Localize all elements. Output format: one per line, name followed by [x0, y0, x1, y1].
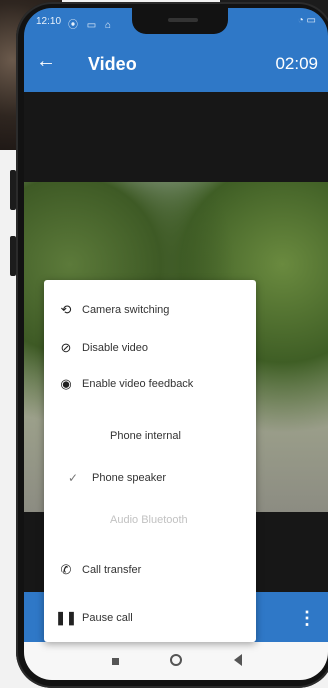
- menu-item-label: Audio Bluetooth: [110, 514, 188, 526]
- video-off-icon: ⊘: [60, 340, 72, 355]
- menu-item-audio-bluetooth: • Audio Bluetooth: [44, 502, 256, 538]
- more-options-icon[interactable]: ⋮: [298, 608, 316, 629]
- menu-item-label: Call transfer: [82, 564, 142, 576]
- status-time: 12:10: [36, 16, 62, 27]
- menu-item-label: Pause call: [82, 612, 133, 624]
- status-icons: ⦿ ▭ ⌂: [68, 20, 115, 31]
- phone-transfer-icon: ✆: [60, 562, 72, 577]
- pause-icon: ❚❚: [55, 610, 77, 625]
- system-nav-bar: [24, 642, 328, 680]
- back-nav-icon[interactable]: [234, 654, 242, 666]
- battery-wifi-icon: ◔ ▭: [297, 15, 316, 26]
- recent-apps-icon[interactable]: [112, 658, 119, 665]
- menu-item-phone-internal[interactable]: • Phone internal: [44, 418, 256, 454]
- phone-screen: 12:10 ⦿ ▭ ⌂ ◔ ▭ ← Video 02:09 ⋮ ⟲ Camera…: [24, 8, 328, 680]
- call-timer: 02:09: [275, 54, 318, 73]
- menu-item-disable-video[interactable]: ⊘ Disable video: [44, 330, 256, 366]
- menu-item-label: Disable video: [82, 342, 149, 354]
- menu-item-camera-switching[interactable]: ⟲ Camera switching: [44, 292, 256, 328]
- page-title: Video: [88, 54, 137, 74]
- menu-item-label: Camera switching: [82, 304, 170, 316]
- back-arrow-icon[interactable]: ←: [36, 50, 56, 73]
- app-bar: ← Video 02:09: [24, 36, 328, 92]
- camera-switch-icon: ⟲: [60, 302, 72, 317]
- menu-item-call-transfer[interactable]: ✆ Call transfer: [44, 552, 256, 588]
- check-icon: ✓: [67, 471, 79, 485]
- eye-icon: ◉: [60, 376, 72, 391]
- menu-item-label: Phone speaker: [92, 472, 166, 484]
- phone-side-button: [10, 170, 16, 210]
- camera-notch: [132, 8, 228, 34]
- home-icon[interactable]: [170, 654, 182, 666]
- menu-item-label: Enable video feedback: [82, 378, 194, 390]
- menu-item-phone-speaker[interactable]: ✓ Phone speaker: [44, 460, 256, 496]
- menu-item-label: Phone internal: [110, 430, 181, 442]
- menu-item-enable-video-feedback[interactable]: ◉ Enable video feedback: [44, 366, 256, 402]
- popup-menu: ⟲ Camera switching ⊘ Disable video ◉ Ena…: [44, 280, 256, 642]
- phone-side-button: [10, 236, 16, 276]
- menu-item-pause-call[interactable]: ❚❚ Pause call: [44, 600, 256, 636]
